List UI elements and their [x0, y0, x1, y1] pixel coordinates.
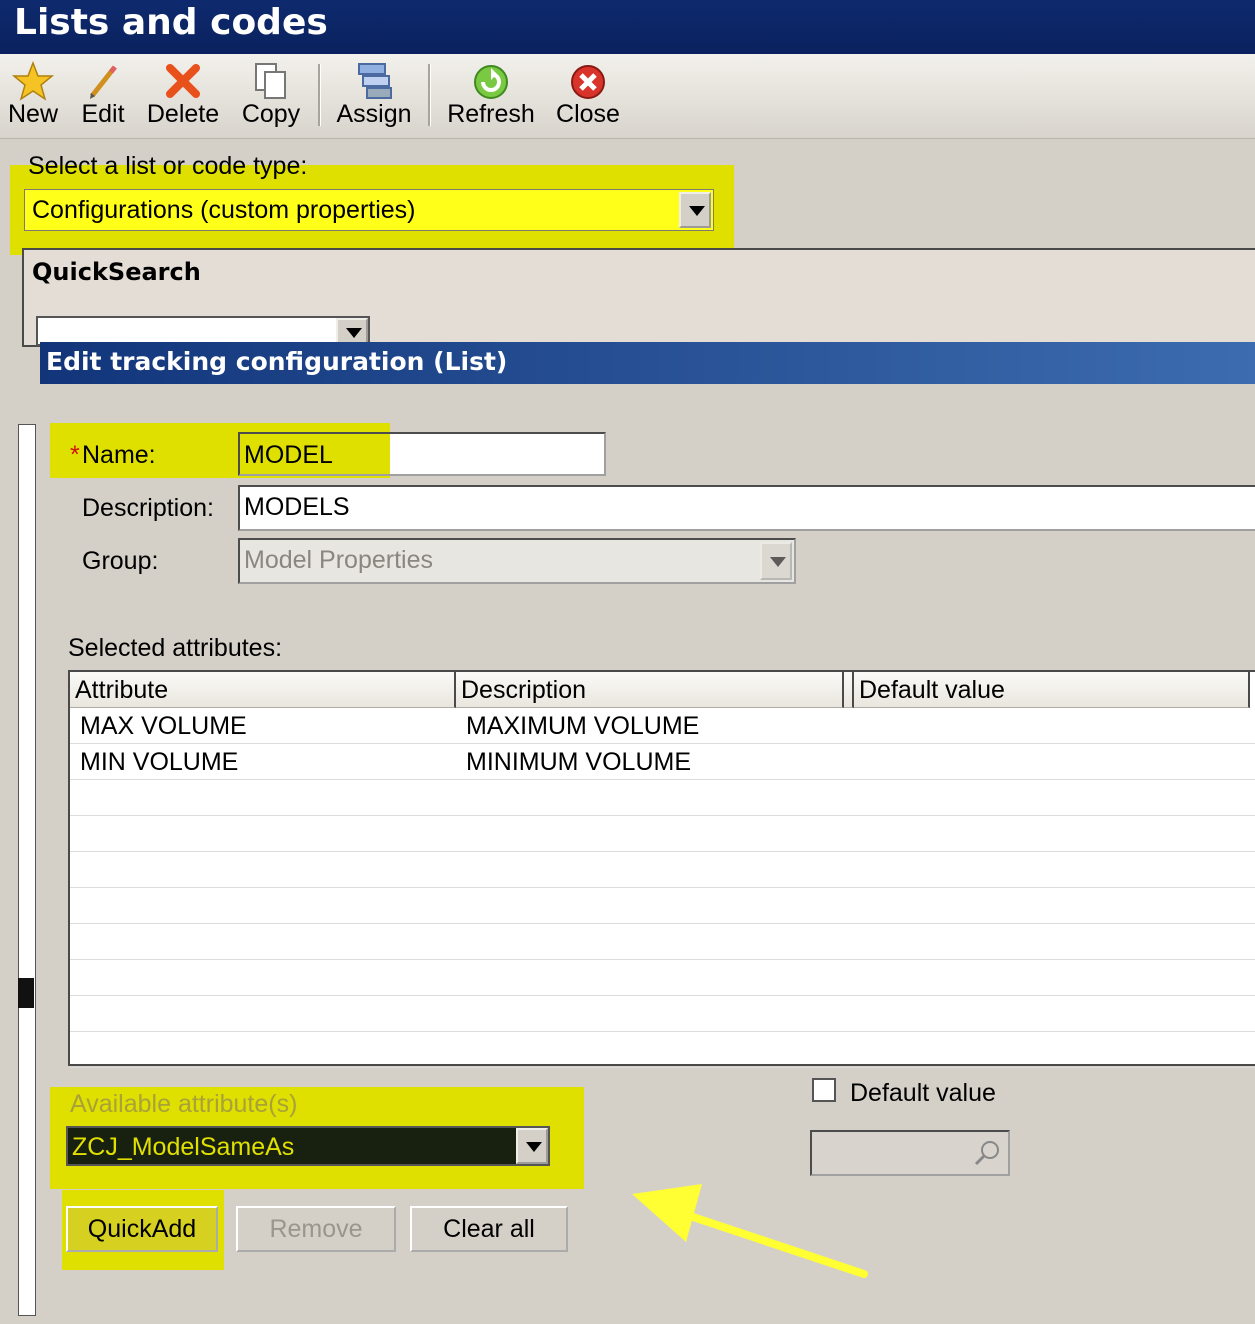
background-list-selection [18, 978, 34, 1008]
magnifier-icon[interactable] [972, 1138, 1002, 1168]
column-header-description[interactable]: Description [456, 672, 844, 708]
window-title-bar: Lists and codes [0, 0, 1255, 54]
cell-description: MAXIMUM VOLUME [466, 712, 700, 740]
name-field[interactable]: MODEL [238, 432, 606, 476]
column-header-default-value[interactable]: Default value [854, 672, 1250, 708]
toolbar-separator [318, 64, 321, 126]
list-type-value: Configurations (custom properties) [32, 196, 416, 224]
list-type-dropdown[interactable]: Configurations (custom properties) [24, 189, 714, 231]
group-value: Model Properties [244, 546, 433, 574]
description-field[interactable]: MODELS [238, 485, 1255, 531]
column-header-spacer [844, 672, 854, 708]
dialog-title: Edit tracking configuration (List) [46, 347, 508, 376]
available-attributes-dropdown[interactable]: ZCJ_ModelSameAs [66, 1126, 550, 1166]
refresh-label: Refresh [447, 100, 535, 128]
table-row-empty [70, 1032, 1255, 1068]
default-value-checkbox-label: Default value [850, 1079, 996, 1107]
selected-attributes-table[interactable]: Attribute Description Default value MAX … [68, 670, 1255, 1068]
assign-label: Assign [336, 100, 412, 128]
table-row-empty [70, 780, 1255, 816]
group-dropdown[interactable]: Model Properties [238, 538, 796, 584]
refresh-button[interactable]: Refresh [444, 60, 538, 134]
available-attributes-label: Available attribute(s) [70, 1090, 298, 1118]
default-value-field[interactable] [810, 1130, 1010, 1176]
close-button[interactable]: Close [554, 60, 622, 134]
dropdown-arrow-icon[interactable] [679, 192, 711, 228]
table-row-empty [70, 924, 1255, 960]
star-icon [12, 60, 54, 101]
clear-all-button[interactable]: Clear all [410, 1206, 568, 1252]
cell-attribute: MAX VOLUME [80, 712, 247, 740]
table-row-empty [70, 852, 1255, 888]
selected-attributes-label: Selected attributes: [68, 634, 283, 662]
copy-pages-icon [255, 63, 286, 99]
assign-icon [358, 63, 392, 99]
refresh-icon [474, 65, 508, 99]
table-row-empty [70, 996, 1255, 1032]
table-row[interactable]: MAX VOLUME MAXIMUM VOLUME [70, 708, 1255, 744]
edit-button[interactable]: Edit [76, 60, 130, 134]
name-field-bg [390, 434, 604, 474]
new-label: New [7, 100, 58, 128]
assign-button[interactable]: Assign [334, 60, 414, 134]
copy-button[interactable]: Copy [238, 60, 304, 134]
quicksearch-title: QuickSearch [32, 258, 201, 286]
available-attributes-value: ZCJ_ModelSameAs [72, 1133, 295, 1161]
cell-attribute: MIN VOLUME [80, 748, 239, 776]
group-label: Group: [82, 547, 159, 575]
window-title: Lists and codes [14, 2, 328, 43]
annotation-arrow [632, 1184, 868, 1278]
copy-label: Copy [241, 100, 301, 128]
default-value-checkbox[interactable] [812, 1078, 836, 1102]
required-mark: * [70, 441, 80, 469]
column-header-attribute[interactable]: Attribute [70, 672, 456, 708]
cell-description: MINIMUM VOLUME [466, 748, 691, 776]
red-x-icon [166, 64, 200, 98]
delete-label: Delete [146, 100, 220, 128]
dropdown-arrow-icon[interactable] [516, 1128, 548, 1164]
dialog-title-bar: Edit tracking configuration (List) [40, 342, 1255, 384]
edit-label: Edit [81, 100, 125, 128]
pencil-icon [90, 65, 117, 99]
background-list-strip [0, 398, 40, 1318]
quicksearch-panel: QuickSearch [22, 248, 1255, 347]
close-circle-icon [571, 65, 605, 99]
table-row-empty [70, 888, 1255, 924]
remove-button[interactable]: Remove [236, 1206, 396, 1252]
close-label: Close [556, 100, 620, 128]
name-label: Name: [82, 441, 156, 469]
background-list [18, 424, 36, 1316]
description-label: Description: [82, 494, 214, 522]
dropdown-arrow-icon[interactable] [760, 542, 792, 580]
quickadd-button[interactable]: QuickAdd [66, 1206, 218, 1252]
new-button[interactable]: New [6, 60, 60, 134]
description-value: MODELS [244, 493, 350, 521]
toolbar: New Edit Delete Copy Assign Refresh Clos… [0, 54, 1255, 139]
table-row-empty [70, 816, 1255, 852]
table-row[interactable]: MIN VOLUME MINIMUM VOLUME [70, 744, 1255, 780]
name-value: MODEL [244, 441, 333, 469]
toolbar-separator [428, 64, 431, 126]
delete-button[interactable]: Delete [144, 60, 222, 134]
selector-label: Select a list or code type: [28, 152, 308, 180]
table-row-empty [70, 960, 1255, 996]
